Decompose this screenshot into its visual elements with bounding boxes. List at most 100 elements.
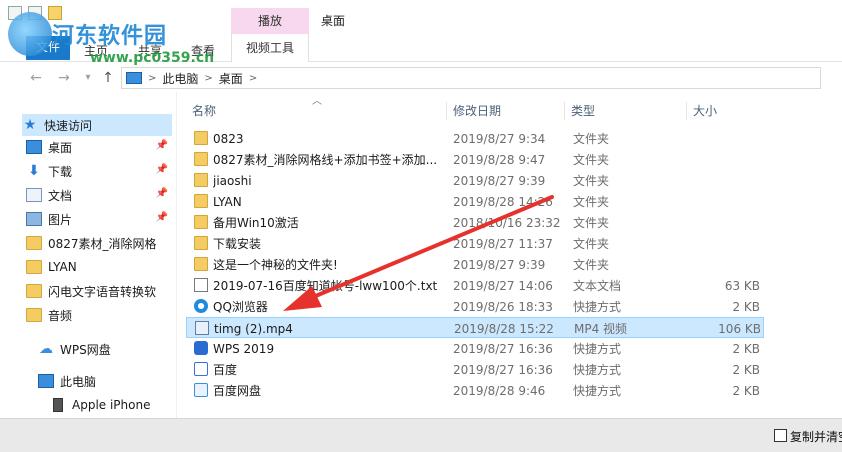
nav-item-folder[interactable]: 音频 — [22, 304, 172, 326]
file-size: 2 KB — [732, 363, 760, 377]
folder-icon — [194, 131, 208, 145]
download-icon: ⬇ — [28, 163, 40, 179]
file-row[interactable]: 2019-07-16百度知道帐号-lww100个.txt 2019/8/27 1… — [186, 275, 764, 296]
file-date: 2018/10/16 23:32 — [453, 216, 561, 230]
file-row[interactable]: 0823 2019/8/27 9:34 文件夹 — [186, 128, 764, 149]
nav-item-this-pc[interactable]: 此电脑 — [22, 370, 172, 392]
file-type: 快捷方式 — [573, 300, 622, 314]
file-name: 2019-07-16百度知道帐号-lww100个.txt — [213, 279, 438, 293]
tab-share[interactable]: 共享 — [138, 40, 162, 61]
address-bar[interactable]: > 此电脑 > 桌面 > — [121, 67, 821, 89]
file-size: 2 KB — [732, 342, 760, 356]
file-type: 文件夹 — [573, 258, 610, 272]
nav-item-label: 桌面 — [48, 140, 73, 155]
file-size — [686, 236, 760, 252]
nav-item-iphone[interactable]: Apple iPhone — [22, 394, 172, 412]
column-header-size[interactable]: 大小 — [686, 102, 766, 120]
nav-quick-access[interactable]: ★ 快速访问 — [22, 114, 172, 136]
tab-video-tools[interactable]: 视频工具 — [231, 34, 309, 62]
new-folder-icon[interactable] — [48, 6, 62, 20]
nav-item-downloads[interactable]: ⬇ 下载 📌 — [22, 160, 172, 182]
folder-icon — [194, 173, 208, 187]
folder-icon — [194, 194, 208, 208]
file-row[interactable]: 0827素材_消除网格线+添加书签+添加... 2019/8/28 9:47 文… — [186, 149, 764, 170]
file-name: QQ浏览器 — [213, 300, 268, 314]
nav-item-desktop[interactable]: 桌面 📌 — [22, 136, 172, 158]
checkmark-icon[interactable] — [28, 6, 42, 20]
breadcrumb-this-pc[interactable]: 此电脑 — [162, 70, 198, 87]
nav-item-label: 0827素材_消除网格 — [48, 236, 157, 251]
breadcrumb-separator[interactable]: > — [249, 73, 257, 84]
context-group-label[interactable]: 播放 — [231, 8, 309, 34]
nav-item-folder[interactable]: LYAN — [22, 256, 172, 278]
forward-arrow-icon[interactable]: → — [56, 70, 72, 86]
copy-clear-checkbox[interactable] — [774, 429, 787, 442]
picture-icon — [26, 212, 42, 226]
file-size — [686, 152, 760, 168]
tab-home[interactable]: 主页 — [84, 40, 108, 61]
file-type: 文件夹 — [573, 195, 610, 209]
file-row[interactable]: WPS 2019 2019/8/27 16:36 快捷方式 2 KB — [186, 338, 764, 359]
file-size: 106 KB — [718, 322, 761, 336]
qq-browser-icon — [194, 299, 208, 313]
file-row[interactable]: 百度网盘 2019/8/28 9:46 快捷方式 2 KB — [186, 380, 764, 401]
file-type: 快捷方式 — [573, 342, 622, 356]
quick-access-toolbar — [8, 6, 62, 20]
column-header-name[interactable]: 名称 — [186, 102, 446, 120]
column-headers: 名称 修改日期 类型 大小 — [186, 98, 820, 122]
baidu-netdisk-icon — [194, 383, 208, 397]
file-row[interactable]: 百度 2019/8/27 16:36 快捷方式 2 KB — [186, 359, 764, 380]
nav-item-wps-cloud[interactable]: ☁ WPS网盘 — [22, 338, 172, 360]
properties-icon[interactable] — [8, 6, 22, 20]
folder-icon — [194, 236, 208, 250]
nav-item-label: WPS网盘 — [60, 342, 111, 357]
star-icon: ★ — [23, 117, 37, 133]
tab-view[interactable]: 查看 — [191, 40, 215, 61]
chevron-down-icon[interactable]: ▾ — [80, 70, 96, 86]
file-name: WPS 2019 — [213, 342, 275, 356]
file-type: 文件夹 — [573, 132, 610, 146]
nav-item-documents[interactable]: 文档 📌 — [22, 184, 172, 206]
nav-item-label: 音频 — [48, 308, 73, 323]
file-type: 文件夹 — [573, 216, 610, 230]
file-name: 0823 — [213, 132, 244, 146]
file-row[interactable]: LYAN 2019/8/28 14:26 文件夹 — [186, 191, 764, 212]
file-row[interactable]: 下载安装 2019/8/27 11:37 文件夹 — [186, 233, 764, 254]
folder-icon — [26, 260, 42, 274]
wps-icon — [194, 341, 208, 355]
file-date: 2019/8/27 9:34 — [453, 132, 546, 146]
folder-icon — [26, 284, 42, 298]
computer-icon — [126, 72, 142, 84]
breadcrumb-separator[interactable]: > — [148, 73, 156, 84]
status-bar: 复制并清空 — [0, 418, 842, 452]
tab-file[interactable]: 文件 — [26, 36, 70, 60]
file-name: 这是一个神秘的文件夹! — [213, 258, 338, 272]
pin-icon[interactable]: 📌 — [156, 188, 168, 199]
nav-item-folder[interactable]: 0827素材_消除网格 — [22, 232, 172, 254]
up-arrow-icon[interactable]: ↑ — [100, 70, 116, 86]
folder-icon — [194, 215, 208, 229]
phone-icon — [53, 398, 63, 412]
file-name: 下载安装 — [213, 237, 262, 251]
breadcrumb-desktop[interactable]: 桌面 — [219, 70, 243, 87]
pin-icon[interactable]: 📌 — [156, 212, 168, 223]
file-row[interactable]: jiaoshi 2019/8/27 9:39 文件夹 — [186, 170, 764, 191]
pin-icon[interactable]: 📌 — [156, 164, 168, 175]
file-row[interactable]: 这是一个神秘的文件夹! 2019/8/27 9:39 文件夹 — [186, 254, 764, 275]
pane-divider[interactable] — [176, 92, 177, 418]
cloud-icon: ☁ — [39, 341, 53, 357]
nav-item-label: 闪电文字语音转换软 — [48, 284, 157, 299]
breadcrumb-separator[interactable]: > — [204, 73, 212, 84]
file-row[interactable]: 备用Win10激活 2018/10/16 23:32 文件夹 — [186, 212, 764, 233]
folder-icon — [194, 152, 208, 166]
back-arrow-icon[interactable]: ← — [28, 70, 44, 86]
file-row-selected[interactable]: timg (2).mp4 2019/8/28 15:22 MP4 视频 106 … — [186, 317, 764, 338]
file-row[interactable]: QQ浏览器 2019/8/26 18:33 快捷方式 2 KB — [186, 296, 764, 317]
pin-icon[interactable]: 📌 — [156, 140, 168, 151]
file-size — [686, 173, 760, 189]
text-file-icon — [194, 278, 208, 292]
nav-item-pictures[interactable]: 图片 📌 — [22, 208, 172, 230]
column-header-type[interactable]: 类型 — [564, 102, 684, 120]
nav-item-folder[interactable]: 闪电文字语音转换软 — [22, 280, 172, 302]
column-header-date[interactable]: 修改日期 — [446, 102, 562, 120]
